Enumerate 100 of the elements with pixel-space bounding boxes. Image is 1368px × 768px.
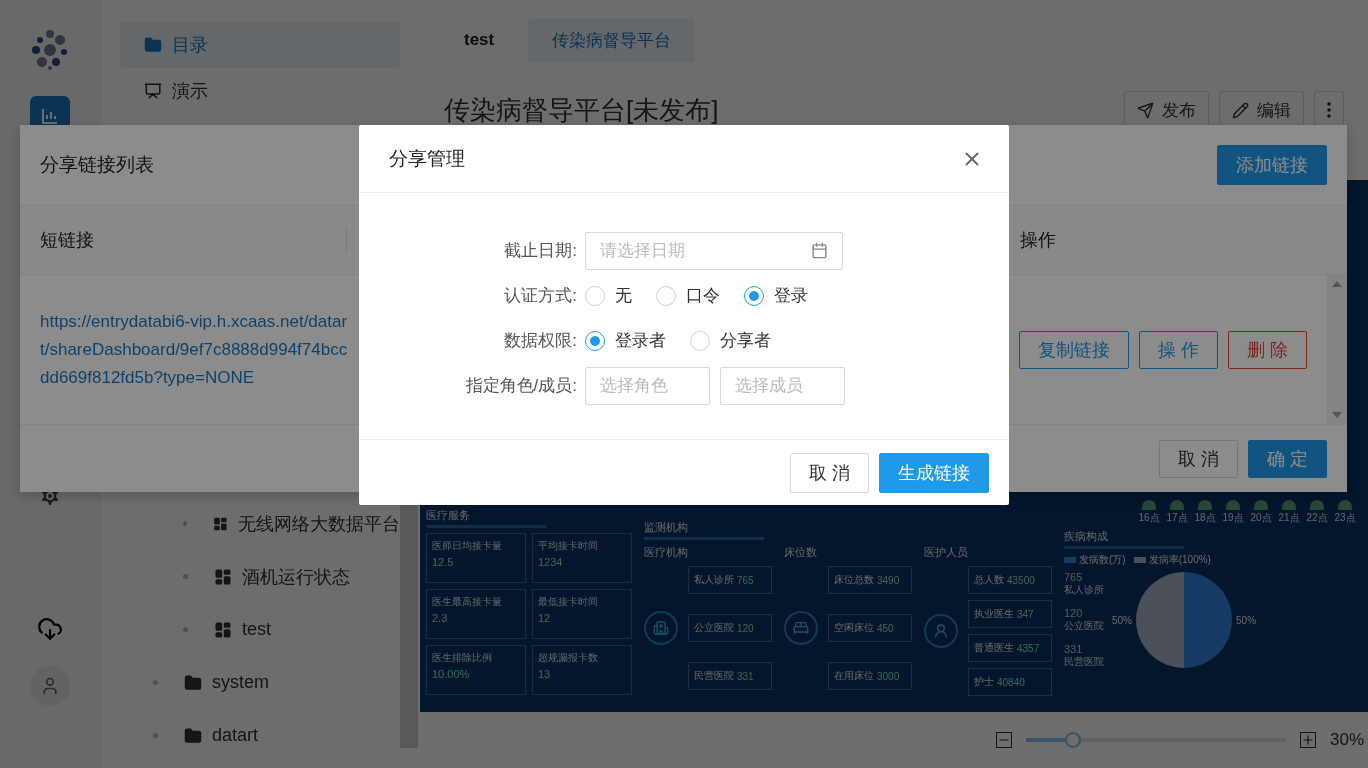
stat-value: 13 bbox=[538, 668, 552, 680]
metric-label: 在用床位 bbox=[834, 669, 874, 683]
radio-option[interactable]: 登录 bbox=[744, 284, 808, 307]
dashboard-icon bbox=[214, 567, 232, 586]
metric-label: 总人数 bbox=[974, 573, 1004, 587]
radio-option[interactable]: 登录者 bbox=[585, 329, 666, 352]
row-action-button[interactable]: 复制链接 bbox=[1018, 330, 1129, 369]
stat-label: 最低接卡时间 bbox=[538, 595, 599, 609]
tree-item[interactable]: datart bbox=[120, 709, 400, 762]
select-field[interactable]: 选择成员 bbox=[720, 366, 845, 405]
pie-label: 50% bbox=[1236, 614, 1257, 626]
pencil-icon bbox=[1232, 101, 1249, 119]
date-field[interactable]: 请选择日期 bbox=[585, 231, 843, 270]
metric-value: 120 bbox=[737, 622, 754, 634]
dialog-button[interactable]: 确 定 bbox=[1248, 439, 1327, 478]
cloud-download-icon[interactable] bbox=[36, 616, 63, 642]
stat-label: 医生排除比例 bbox=[432, 651, 493, 665]
axis-label: 19点 bbox=[1222, 511, 1244, 525]
form-label: 截止日期: bbox=[503, 240, 577, 262]
page-title: 传染病督导平台[未发布] bbox=[444, 93, 719, 127]
slider-thumb[interactable] bbox=[1064, 732, 1081, 748]
stat-value: 331 bbox=[1064, 643, 1084, 655]
modal-button[interactable]: 取 消 bbox=[790, 452, 869, 493]
metric-label: 空闲床位 bbox=[834, 621, 874, 635]
stat-value: 10.00% bbox=[432, 668, 471, 680]
radio-option[interactable]: 分享者 bbox=[690, 329, 771, 352]
dialog-title: 分享链接列表 bbox=[40, 153, 154, 177]
hospital-icon bbox=[644, 611, 678, 645]
axis-label: 22点 bbox=[1306, 511, 1328, 525]
tab[interactable]: 传染病督导平台 bbox=[528, 18, 696, 62]
stat-label: 医师日均接卡量 bbox=[432, 539, 503, 553]
stat-label: 私人诊所 bbox=[1064, 583, 1104, 597]
axis-label: 20点 bbox=[1250, 511, 1272, 525]
section-title: 医疗服务 bbox=[426, 508, 546, 528]
row-action-button[interactable]: 操 作 bbox=[1138, 330, 1218, 369]
radio-option[interactable]: 无 bbox=[585, 284, 632, 307]
metric-value: 3000 bbox=[877, 670, 900, 682]
dashboard-icon bbox=[214, 620, 232, 639]
legend-label: 发病数(万) bbox=[1079, 553, 1126, 567]
metric-label: 公立医院 bbox=[694, 621, 734, 635]
scrollbar[interactable] bbox=[1327, 275, 1347, 424]
group-title: 医护人员 bbox=[924, 545, 969, 560]
bar-marker bbox=[1170, 500, 1184, 510]
share-link[interactable]: https://entrydatabi6-vip.h.xcaas.net/datart/shareDashboard/9ef7c8888d994f74bccdd669f812fd5b?type=NONE bbox=[40, 307, 350, 392]
zoom-reading: 30% bbox=[1329, 730, 1364, 750]
folder-icon bbox=[144, 36, 162, 54]
stat-label: 医生最高接卡量 bbox=[432, 595, 503, 609]
bar-marker bbox=[1310, 500, 1324, 510]
metric-value: 40840 bbox=[997, 676, 1025, 688]
tree-item[interactable]: 酒机运行状态 bbox=[120, 550, 400, 603]
column-header: 操作 bbox=[1020, 229, 1057, 252]
folder-icon bbox=[184, 673, 202, 692]
metric-label: 护士 bbox=[974, 675, 994, 689]
metric-label: 私人诊所 bbox=[694, 573, 734, 587]
metric-value: 347 bbox=[1017, 608, 1034, 620]
scroll-down-icon[interactable] bbox=[1332, 412, 1342, 418]
stat-value: 765 bbox=[1064, 571, 1084, 583]
row-action-button[interactable]: 删 除 bbox=[1228, 330, 1307, 369]
radio-option[interactable]: 口令 bbox=[656, 284, 720, 307]
column-header: 短链接 bbox=[40, 228, 347, 252]
send-icon bbox=[1137, 101, 1154, 119]
avatar[interactable] bbox=[29, 666, 70, 706]
zoom-out-icon[interactable] bbox=[995, 732, 1012, 748]
staff-icon bbox=[924, 614, 958, 648]
more-icon bbox=[1327, 102, 1331, 118]
folder-icon bbox=[184, 726, 202, 745]
bar-marker bbox=[1282, 500, 1296, 510]
metric-value: 4357 bbox=[1017, 642, 1040, 654]
metric-value: 43500 bbox=[1007, 574, 1035, 586]
tab[interactable]: test bbox=[440, 20, 519, 60]
stat-label: 超规漏报卡数 bbox=[538, 651, 599, 665]
modal-button[interactable]: 生成链接 bbox=[879, 452, 989, 493]
bar-marker bbox=[1226, 500, 1240, 510]
select-field[interactable]: 选择角色 bbox=[585, 366, 710, 405]
pie-label: 50% bbox=[1112, 614, 1132, 626]
dialog-button[interactable]: 取 消 bbox=[1158, 439, 1238, 478]
tree-item[interactable]: test bbox=[120, 603, 400, 656]
group-title: 床位数 bbox=[784, 545, 818, 560]
stat-value: 12 bbox=[538, 612, 552, 624]
sidebar-item[interactable]: 演示 bbox=[120, 68, 400, 114]
scroll-up-icon[interactable] bbox=[1332, 281, 1342, 287]
form-label: 认证方式: bbox=[503, 285, 577, 307]
bed-icon bbox=[784, 611, 818, 645]
section-title: 监测机构 bbox=[644, 520, 764, 540]
form-label: 指定角色/成员: bbox=[464, 375, 577, 397]
tree-item[interactable]: system bbox=[120, 656, 400, 709]
zoom-in-icon[interactable] bbox=[1299, 732, 1316, 748]
metric-value: 450 bbox=[877, 622, 894, 634]
stat-label: 平均接卡时间 bbox=[538, 539, 599, 553]
metric-value: 765 bbox=[737, 574, 754, 586]
axis-label: 21点 bbox=[1278, 511, 1300, 525]
stat-value: 1234 bbox=[538, 556, 564, 568]
add-link-button[interactable]: 添加链接 bbox=[1217, 145, 1327, 185]
tree-item[interactable]: 无线网络大数据平台 bbox=[120, 497, 400, 550]
section-title: 疾病构成 bbox=[1064, 529, 1184, 549]
axis-label: 23点 bbox=[1334, 511, 1356, 525]
stat-label: 公立医院 bbox=[1064, 619, 1104, 633]
bar-marker bbox=[1338, 500, 1352, 510]
sidebar-item[interactable]: 目录 bbox=[120, 22, 400, 68]
modal-title: 分享管理 bbox=[389, 146, 465, 171]
